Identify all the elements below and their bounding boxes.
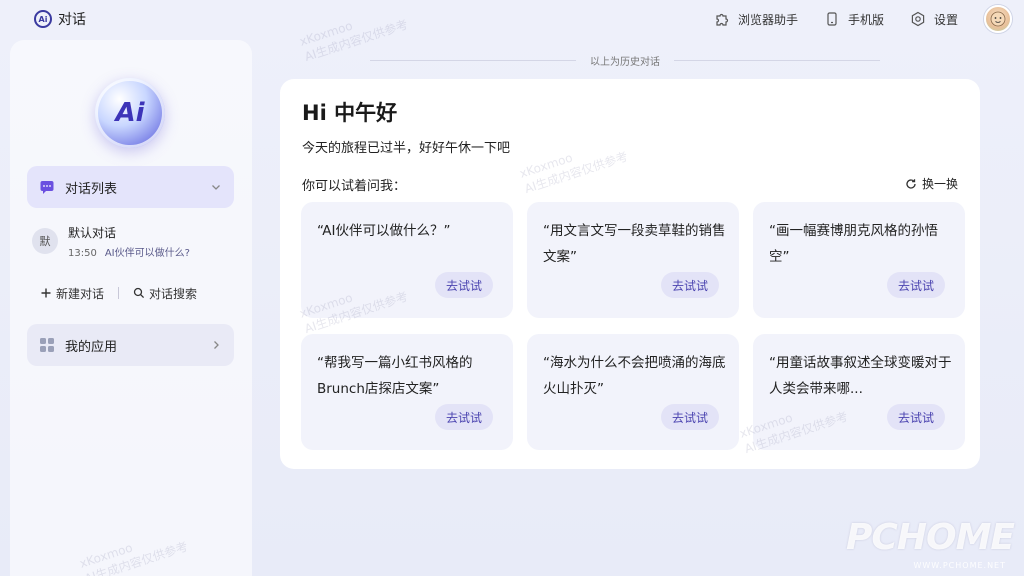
history-divider-text: 以上为历史对话 [590,56,660,68]
conversation-time: 13:50 [68,247,97,259]
suggestion-text: “用文言文写一段卖草鞋的销售文案” [543,223,726,265]
app-title: 对话 [58,12,86,28]
brand: Ai 对话 [34,9,86,29]
conversation-list-label: 对话列表 [65,181,118,197]
suggestion-card[interactable]: “帮我写一篇小红书风格的Brunch店探店文案” 去试试 [301,334,513,450]
settings-button[interactable]: 设置 [910,11,958,28]
top-actions: 浏览器助手 手机版 设置 [714,5,1012,33]
user-avatar[interactable] [984,5,1012,33]
try-it-button[interactable]: 去试试 [661,404,719,430]
refresh-suggestions-button[interactable]: 换一换 [905,175,958,192]
try-it-button[interactable]: 去试试 [435,404,493,430]
refresh-label: 换一换 [921,177,958,191]
top-bar: Ai 对话 浏览器助手 手机版 设置 [0,0,1024,38]
conversation-title: 默认对话 [68,225,117,240]
divider-line [370,59,576,61]
search-conversation-label: 对话搜索 [149,286,198,301]
apps-grid-icon [40,338,54,352]
divider-line [674,59,880,61]
conversation-text: 默认对话 13:50 AI伙伴可以做什么? [68,224,190,259]
puzzle-icon [716,13,728,26]
conversation-meta: 13:50 AI伙伴可以做什么? [68,244,190,259]
new-conversation-label: 新建对话 [56,286,105,301]
try-it-button[interactable]: 去试试 [887,404,945,430]
divider [118,287,120,299]
refresh-icon [906,178,916,189]
browser-helper-label: 浏览器助手 [737,12,798,27]
ai-assistant-logo: Ai [95,78,165,148]
search-icon [133,287,145,299]
new-conversation-button[interactable]: 新建对话 [40,285,104,302]
try-it-button[interactable]: 去试试 [661,272,719,298]
ai-logo-icon: Ai [34,10,52,28]
history-divider: 以上为历史对话 [370,53,880,68]
suggestion-card[interactable]: “海水为什么不会把喷涌的海底火山扑灭” 去试试 [527,334,739,450]
suggestion-text: “帮我写一篇小红书风格的Brunch店探店文案” [317,355,473,397]
suggestion-card[interactable]: “AI伙伴可以做什么？” 去试试 [301,202,513,318]
my-apps-button[interactable]: 我的应用 [27,324,234,366]
suggestion-text: “用童话故事叙述全球变暖对于人类会带来哪... [769,355,952,397]
conversation-preview: AI伙伴可以做什么? [104,247,190,259]
greeting-title: Hi 中午好 [302,101,398,125]
suggestion-text: “画一幅赛博朋克风格的孙悟空” [769,223,938,265]
mobile-version-label: 手机版 [847,12,884,27]
pchome-watermark-url: WWW.PCHOME.NET [913,561,1006,570]
conversation-actions: 新建对话 对话搜索 [40,284,230,302]
welcome-card: Hi 中午好 今天的旅程已过半，好好午休一下吧 你可以试着问我： 换一换 “AI… [280,79,980,469]
suggestion-card[interactable]: “用童话故事叙述全球变暖对于人类会带来哪... 去试试 [753,334,965,450]
pchome-watermark-logo: PCHOME [846,517,1015,558]
phone-icon [827,12,837,26]
suggestion-text: “海水为什么不会把喷涌的海底火山扑灭” [543,355,726,397]
sidebar: Ai 对话列表 默 默认对话 13:50 AI伙伴可以做什么? 新建对话 对话搜索… [10,40,252,576]
settings-label: 设置 [933,12,958,27]
avatar-face-icon [990,11,1006,27]
suggestion-card[interactable]: “画一幅赛博朋克风格的孙悟空” 去试试 [753,202,965,318]
mobile-version-button[interactable]: 手机版 [824,11,884,28]
try-it-button[interactable]: 去试试 [887,272,945,298]
sidebar-logo-text: Ai [115,98,145,128]
my-apps-label: 我的应用 [65,339,118,355]
chevron-down-icon [212,185,220,190]
suggestion-text: “AI伙伴可以做什么？” [317,223,451,239]
greeting-subtitle: 今天的旅程已过半，好好午休一下吧 [302,141,511,156]
chevron-right-icon [214,341,219,349]
conversation-list-toggle[interactable]: 对话列表 [27,166,234,208]
try-asking-label: 你可以试着问我： [302,179,407,194]
plus-icon [41,288,51,298]
suggestion-card[interactable]: “用文言文写一段卖草鞋的销售文案” 去试试 [527,202,739,318]
search-conversation-button[interactable]: 对话搜索 [133,285,197,302]
conversation-item[interactable]: 默 默认对话 13:50 AI伙伴可以做什么? [32,223,242,259]
try-it-button[interactable]: 去试试 [435,272,493,298]
logo-text: Ai [38,14,48,24]
chat-bubble-icon [40,181,54,194]
conversation-avatar: 默 [32,228,58,254]
gear-icon [911,11,925,27]
browser-helper-button[interactable]: 浏览器助手 [714,11,798,28]
